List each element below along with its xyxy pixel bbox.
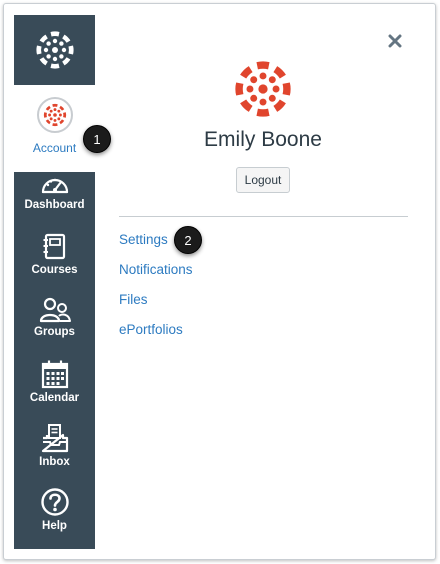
nav-item-groups-label: Groups	[34, 326, 75, 338]
user-name: Emily Boone	[204, 128, 322, 151]
user-avatar	[234, 60, 292, 118]
courses-icon	[43, 233, 65, 260]
files-link[interactable]: Files	[119, 291, 193, 321]
nav-item-inbox-label: Inbox	[39, 456, 70, 468]
callout-badge-1: 1	[83, 125, 111, 153]
canvas-logo-icon	[235, 61, 291, 117]
canvas-logo[interactable]	[14, 15, 95, 85]
calendar-icon	[41, 360, 68, 389]
nav-item-calendar[interactable]: Calendar	[14, 359, 95, 404]
nav-item-courses[interactable]: Courses	[14, 233, 95, 276]
groups-icon	[39, 297, 71, 323]
nav-item-inbox[interactable]: Inbox	[14, 423, 95, 468]
close-icon	[388, 34, 402, 48]
nav-item-account-label: Account	[32, 141, 77, 155]
notifications-link[interactable]: Notifications	[119, 261, 193, 291]
nav-item-calendar-label: Calendar	[29, 392, 80, 404]
nav-item-dashboard-label: Dashboard	[24, 199, 85, 211]
nav-item-account[interactable]: Account	[14, 85, 95, 172]
avatar	[36, 97, 73, 133]
canvas-logo-icon	[35, 31, 74, 69]
nav-item-dashboard[interactable]: Dashboard	[14, 172, 95, 211]
dashboard-icon	[41, 178, 68, 194]
close-button[interactable]	[384, 30, 406, 52]
nav-item-help-label: Help	[42, 520, 67, 532]
divider	[119, 216, 408, 217]
inbox-icon	[41, 424, 68, 453]
canvas-logo-icon	[43, 103, 66, 127]
help-icon	[40, 488, 69, 516]
nav-item-groups[interactable]: Groups	[14, 297, 95, 338]
settings-link[interactable]: Settings	[119, 231, 193, 261]
nav-item-help[interactable]: Help	[14, 487, 95, 532]
logout-button[interactable]: Logout	[236, 167, 290, 193]
eportfolios-link[interactable]: ePortfolios	[119, 321, 193, 351]
nav-item-courses-label: Courses	[31, 264, 78, 276]
account-links: Settings Notifications Files ePortfolios	[119, 231, 193, 351]
global-navigation: Account Dashboard Courses Groups Calenda…	[14, 15, 95, 549]
